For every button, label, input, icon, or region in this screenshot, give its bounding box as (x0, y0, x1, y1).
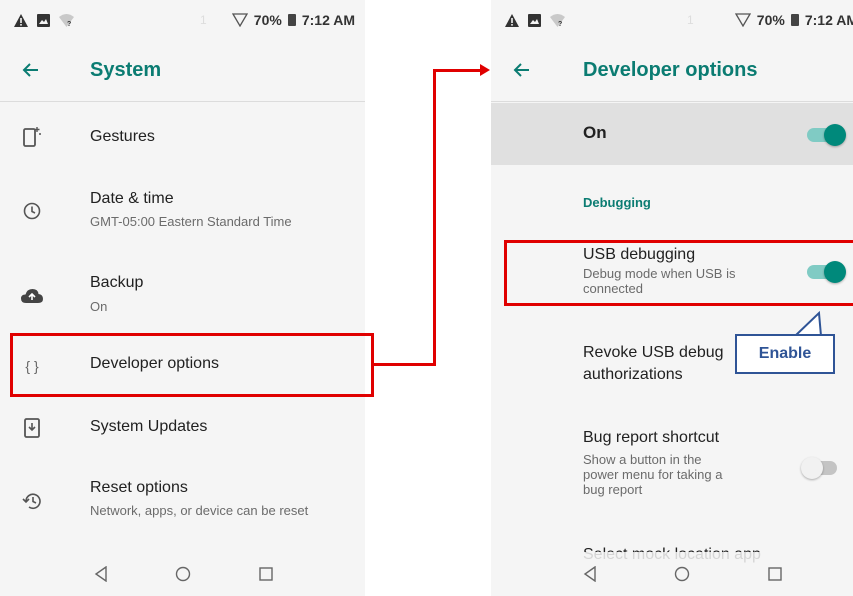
page-title: Developer options (583, 59, 758, 81)
nav-home-icon[interactable] (669, 562, 695, 586)
connector-arrowhead (480, 64, 490, 76)
gestures-phone-icon (16, 121, 48, 153)
setting-summary-line: power menu for taking a (583, 467, 723, 482)
battery-percent: 70% (756, 12, 785, 28)
settings-item-backup[interactable]: Backup On (0, 264, 365, 330)
system-update-icon (16, 412, 48, 444)
page-title: System (90, 59, 162, 81)
nav-recents-icon[interactable] (253, 562, 279, 586)
highlight-usb-debugging (504, 240, 853, 306)
history-icon (16, 485, 48, 517)
battery-percent: 70% (253, 12, 282, 28)
navigation-bar (0, 552, 365, 596)
dim-status-digit: 1 (200, 13, 207, 27)
battery-icon (287, 14, 296, 26)
settings-item-summary: Network, apps, or device can be reset (90, 503, 309, 518)
connector-vertical (433, 69, 436, 366)
master-switch-bar[interactable]: On (491, 103, 853, 165)
signal-icon (231, 13, 248, 27)
setting-summary-line: bug report (583, 482, 643, 497)
settings-item-label: Backup (90, 274, 144, 291)
clock-time: 7:12 AM (301, 12, 355, 28)
cloud-upload-icon (16, 280, 48, 312)
wifi-question-icon: ? (59, 13, 74, 27)
app-toolbar: System (0, 40, 365, 102)
setting-bug-report-shortcut[interactable]: Bug report shortcut Show a button in the… (491, 420, 853, 510)
back-arrow-icon[interactable] (505, 54, 537, 86)
warning-icon (505, 13, 519, 27)
clock-time: 7:12 AM (804, 12, 853, 28)
settings-item-label: System Updates (90, 418, 208, 435)
settings-item-date-time[interactable]: Date & time GMT-05:00 Eastern Standard T… (0, 180, 365, 246)
settings-item-label: Reset options (90, 479, 188, 496)
nav-back-icon[interactable] (577, 562, 603, 586)
nav-home-icon[interactable] (170, 562, 196, 586)
connector-horizontal-upper (433, 69, 481, 72)
clock-icon (16, 195, 48, 227)
setting-summary-line: Show a button in the (583, 452, 702, 467)
master-toggle-switch[interactable] (807, 122, 846, 146)
settings-item-label: Gestures (90, 128, 155, 145)
navigation-bar (491, 552, 853, 596)
system-settings-screen: ? 1 70% 7:12 AM System Gestures Date & t… (0, 0, 365, 596)
status-bar: ? 1 70% 7:12 AM (491, 0, 853, 40)
image-notification-icon (37, 13, 50, 27)
settings-item-summary: On (90, 299, 108, 314)
settings-item-reset-options[interactable]: Reset options Network, apps, or device c… (0, 468, 365, 534)
setting-label: Bug report shortcut (583, 429, 720, 446)
wifi-question-icon: ? (550, 13, 565, 27)
app-toolbar: Developer options (491, 40, 853, 102)
setting-label-line: authorizations (583, 366, 683, 383)
svg-text:?: ? (558, 21, 562, 27)
connector-horizontal-lower (374, 363, 436, 366)
warning-icon (14, 13, 28, 27)
bug-report-toggle[interactable] (801, 455, 839, 479)
svg-text:?: ? (67, 21, 71, 27)
settings-item-label: Date & time (90, 190, 174, 207)
section-header-debugging: Debugging (583, 195, 651, 210)
battery-icon (790, 14, 799, 26)
back-arrow-icon[interactable] (14, 54, 46, 86)
image-notification-icon (528, 13, 541, 27)
setting-label-line: Revoke USB debug (583, 344, 724, 361)
nav-back-icon[interactable] (88, 562, 114, 586)
master-switch-label: On (583, 123, 607, 142)
dim-status-digit: 1 (687, 13, 694, 27)
settings-item-gestures[interactable]: Gestures (0, 104, 365, 170)
settings-item-summary: GMT-05:00 Eastern Standard Time (90, 214, 292, 229)
highlight-developer-options (10, 333, 374, 397)
settings-item-system-updates[interactable]: System Updates (0, 400, 365, 456)
status-bar: ? 1 70% 7:12 AM (0, 0, 365, 40)
signal-icon (734, 13, 751, 27)
enable-callout: Enable (735, 334, 835, 374)
nav-recents-icon[interactable] (762, 562, 788, 586)
